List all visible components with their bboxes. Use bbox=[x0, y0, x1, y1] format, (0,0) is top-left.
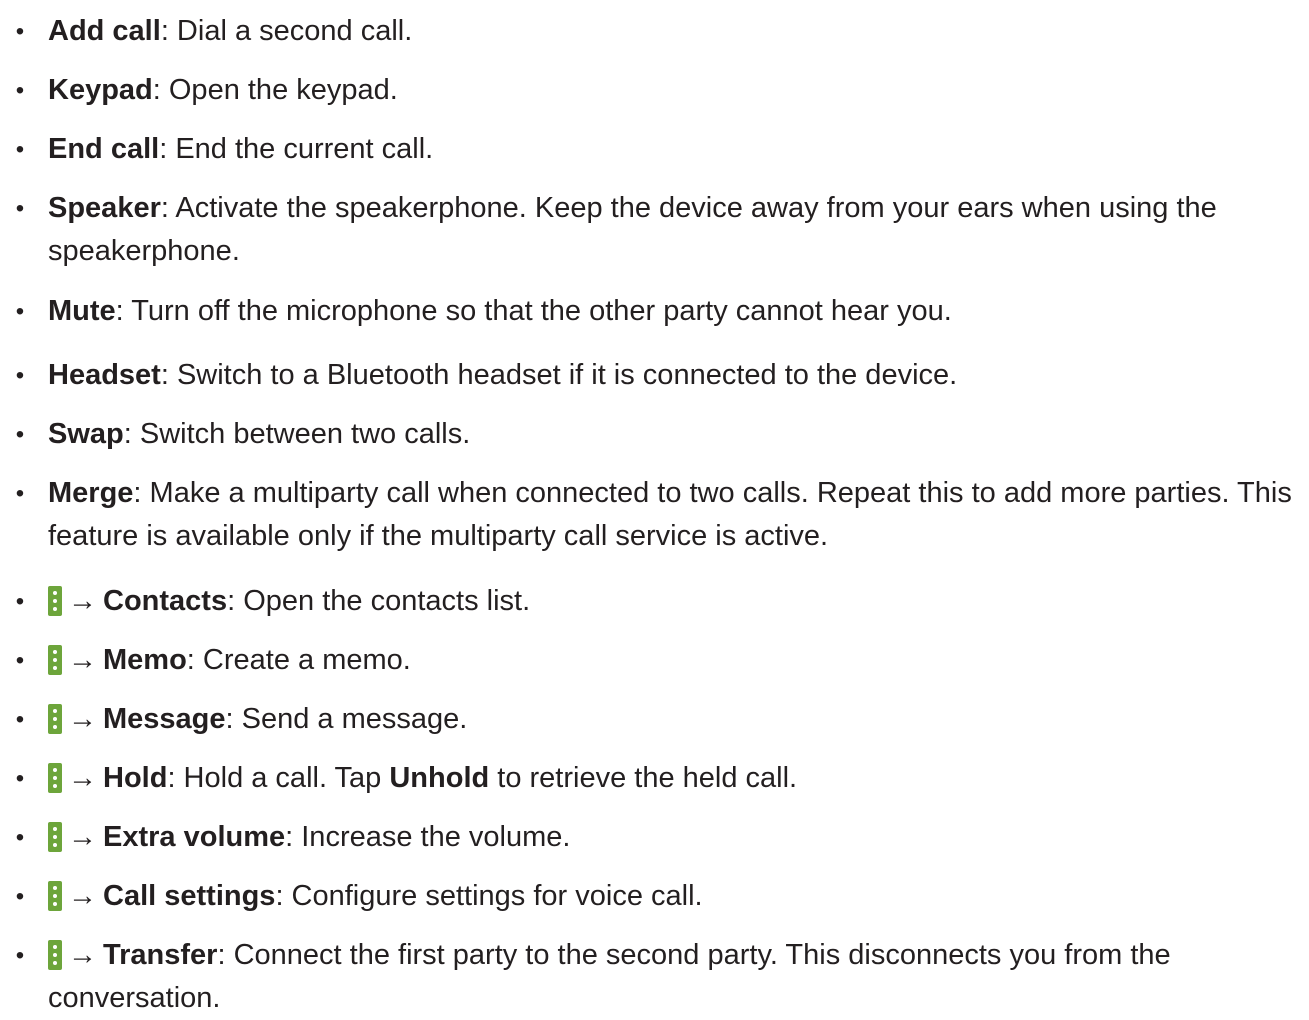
term: Message bbox=[103, 703, 226, 735]
description: : Make a multiparty call when connected … bbox=[48, 477, 1292, 552]
description: : Open the keypad. bbox=[152, 74, 398, 106]
term: Contacts bbox=[103, 585, 228, 617]
arrow: → bbox=[68, 821, 97, 853]
list-item-memo: • → Memo: Create a memo. bbox=[0, 639, 1305, 682]
bullet: • bbox=[15, 18, 25, 45]
list-item-contacts: • → Contacts: Open the contacts list. bbox=[0, 580, 1305, 623]
list-item-end-call: • End call: End the current call. bbox=[0, 128, 1305, 171]
term: End call bbox=[48, 133, 160, 165]
description: : Switch to a Bluetooth headset if it is… bbox=[160, 359, 958, 391]
description: : Dial a second call. bbox=[160, 15, 413, 47]
description: : Connect the first party to the second … bbox=[48, 939, 1171, 1014]
bullet: • bbox=[15, 362, 25, 389]
list-item-message: • → Message: Send a message. bbox=[0, 698, 1305, 741]
bullet: • bbox=[15, 647, 25, 674]
description: : Open the contacts list. bbox=[227, 585, 531, 617]
arrow: → bbox=[68, 880, 97, 912]
list-item-headset: • Headset: Switch to a Bluetooth headset… bbox=[0, 354, 1305, 397]
more-options-icon bbox=[48, 645, 62, 675]
list-item-extra-volume: • → Extra volume: Increase the volume. bbox=[0, 816, 1305, 859]
bullet: • bbox=[15, 195, 25, 222]
description: : Switch between two calls. bbox=[123, 418, 471, 450]
list-item-merge: • Merge: Make a multiparty call when con… bbox=[0, 472, 1305, 558]
term: Mute bbox=[48, 295, 116, 327]
description: : Send a message. bbox=[225, 703, 468, 735]
more-options-icon bbox=[48, 881, 62, 911]
term-unhold: Unhold bbox=[389, 762, 490, 794]
term: Swap bbox=[48, 418, 124, 450]
more-options-icon bbox=[48, 822, 62, 852]
arrow: → bbox=[68, 762, 97, 794]
bullet: • bbox=[15, 942, 25, 969]
description-continued: to retrieve the held call. bbox=[489, 762, 798, 794]
term: Merge bbox=[48, 477, 134, 509]
term: Hold bbox=[103, 762, 168, 794]
list-item-add-call: • Add call: Dial a second call. bbox=[0, 10, 1305, 53]
more-options-icon bbox=[48, 704, 62, 734]
bullet: • bbox=[15, 77, 25, 104]
bullet: • bbox=[15, 588, 25, 615]
bullet: • bbox=[15, 824, 25, 851]
term: Extra volume bbox=[103, 821, 286, 853]
arrow: → bbox=[68, 703, 97, 735]
bullet: • bbox=[15, 298, 25, 325]
term: Transfer bbox=[103, 939, 218, 971]
list-item-hold: • → Hold: Hold a call. Tap Unhold to retr… bbox=[0, 757, 1305, 800]
bullet: • bbox=[15, 136, 25, 163]
list-item-keypad: • Keypad: Open the keypad. bbox=[0, 69, 1305, 112]
more-options-icon bbox=[48, 586, 62, 616]
term: Memo bbox=[103, 644, 187, 676]
term: Add call bbox=[48, 15, 161, 47]
call-options-list: • Add call: Dial a second call. • Keypad… bbox=[0, 0, 1309, 1018]
bullet: • bbox=[15, 883, 25, 910]
description: : Activate the speakerphone. Keep the de… bbox=[48, 192, 1217, 267]
description: : Hold a call. Tap bbox=[167, 762, 390, 794]
term: Call settings bbox=[103, 880, 276, 912]
description: : End the current call. bbox=[159, 133, 434, 165]
bullet: • bbox=[15, 480, 25, 507]
term: Keypad bbox=[48, 74, 153, 106]
term: Headset bbox=[48, 359, 161, 391]
more-options-icon bbox=[48, 940, 62, 970]
more-options-icon bbox=[48, 763, 62, 793]
arrow: → bbox=[68, 644, 97, 676]
bullet: • bbox=[15, 706, 25, 733]
description: : Increase the volume. bbox=[285, 821, 571, 853]
bullet: • bbox=[15, 421, 25, 448]
list-item-speaker: • Speaker: Activate the speakerphone. Ke… bbox=[0, 187, 1305, 273]
description: : Configure settings for voice call. bbox=[275, 880, 703, 912]
description: : Turn off the microphone so that the ot… bbox=[115, 295, 952, 327]
list-item-call-settings: • → Call settings: Configure settings for… bbox=[0, 875, 1305, 918]
arrow: → bbox=[68, 585, 97, 617]
description: : Create a memo. bbox=[186, 644, 411, 676]
bullet: • bbox=[15, 765, 25, 792]
arrow: → bbox=[68, 939, 97, 971]
list-item-swap: • Swap: Switch between two calls. bbox=[0, 413, 1305, 456]
list-item-mute: • Mute: Turn off the microphone so that … bbox=[0, 290, 1305, 333]
term: Speaker bbox=[48, 192, 161, 224]
list-item-transfer: • → Transfer: Connect the first party to … bbox=[0, 934, 1305, 1020]
